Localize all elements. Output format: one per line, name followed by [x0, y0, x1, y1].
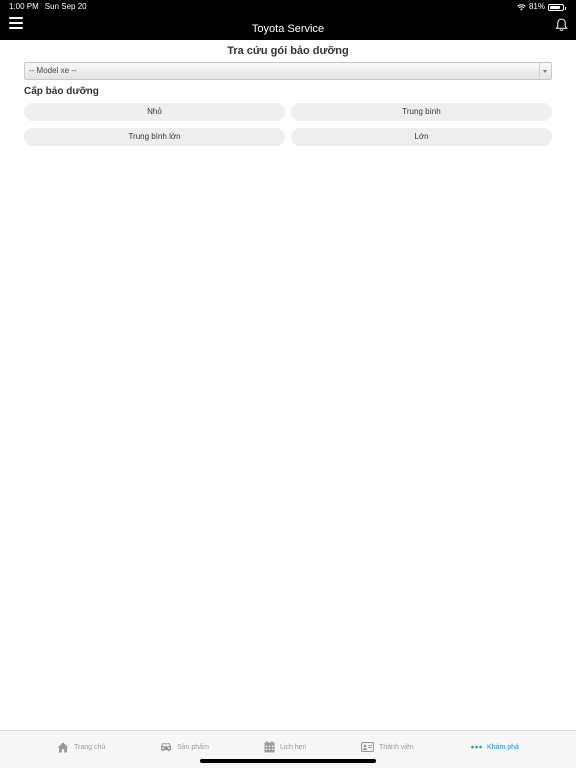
model-select-value: -- Model xe --: [29, 66, 77, 75]
status-time-text: 1:00 PM: [9, 2, 39, 11]
status-date: Sun Sep 20: [44, 2, 87, 11]
tab-members[interactable]: Thành viên: [361, 740, 414, 754]
model-select[interactable]: -- Model xe --: [24, 62, 552, 80]
tab-home-label: Trang chủ: [74, 743, 106, 751]
battery-icon: [548, 3, 566, 11]
app-title: Toyota Service: [251, 23, 325, 35]
tab-explore[interactable]: Khám phá: [471, 740, 519, 754]
chevron-down-icon: [543, 70, 547, 73]
tab-products[interactable]: Sản phẩm: [160, 740, 209, 754]
car-icon: [161, 743, 171, 752]
status-time: 1:00 PM Sun Sep 20: [9, 2, 87, 12]
section-label: Cấp bảo dưỡng: [24, 86, 99, 97]
page-title: Tra cứu gói bảo dưỡng: [227, 45, 349, 57]
level-button-small[interactable]: Nhỏ: [24, 103, 285, 121]
level-button-medium-large[interactable]: Trung bình lớn: [24, 128, 285, 146]
tab-explore-label: Khám phá: [487, 743, 519, 751]
calendar-icon: [264, 741, 275, 753]
select-arrow-box: [539, 63, 551, 79]
tab-members-label: Thành viên: [379, 743, 414, 751]
bell-icon[interactable]: [555, 18, 568, 32]
level-button-large[interactable]: Lớn: [291, 128, 552, 146]
status-indicators: 81%: [517, 2, 566, 12]
tab-appointments[interactable]: Lịch hẹn: [264, 740, 306, 754]
tab-home[interactable]: Trang chủ: [57, 740, 105, 754]
more-dots-icon: [471, 745, 482, 749]
home-indicator: [200, 759, 376, 763]
home-icon: [57, 742, 69, 752]
tab-appointments-label: Lịch hẹn: [280, 743, 307, 751]
battery-percent: 81%: [528, 2, 545, 11]
wifi-icon: [517, 3, 526, 10]
battery-fill: [550, 5, 560, 9]
member-card-icon: [361, 742, 374, 752]
top-bar: 1:00 PM Sun Sep 20 81% Toyota Service: [0, 0, 576, 40]
level-button-medium[interactable]: Trung bình: [291, 103, 552, 121]
tab-products-label: Sản phẩm: [177, 743, 209, 751]
